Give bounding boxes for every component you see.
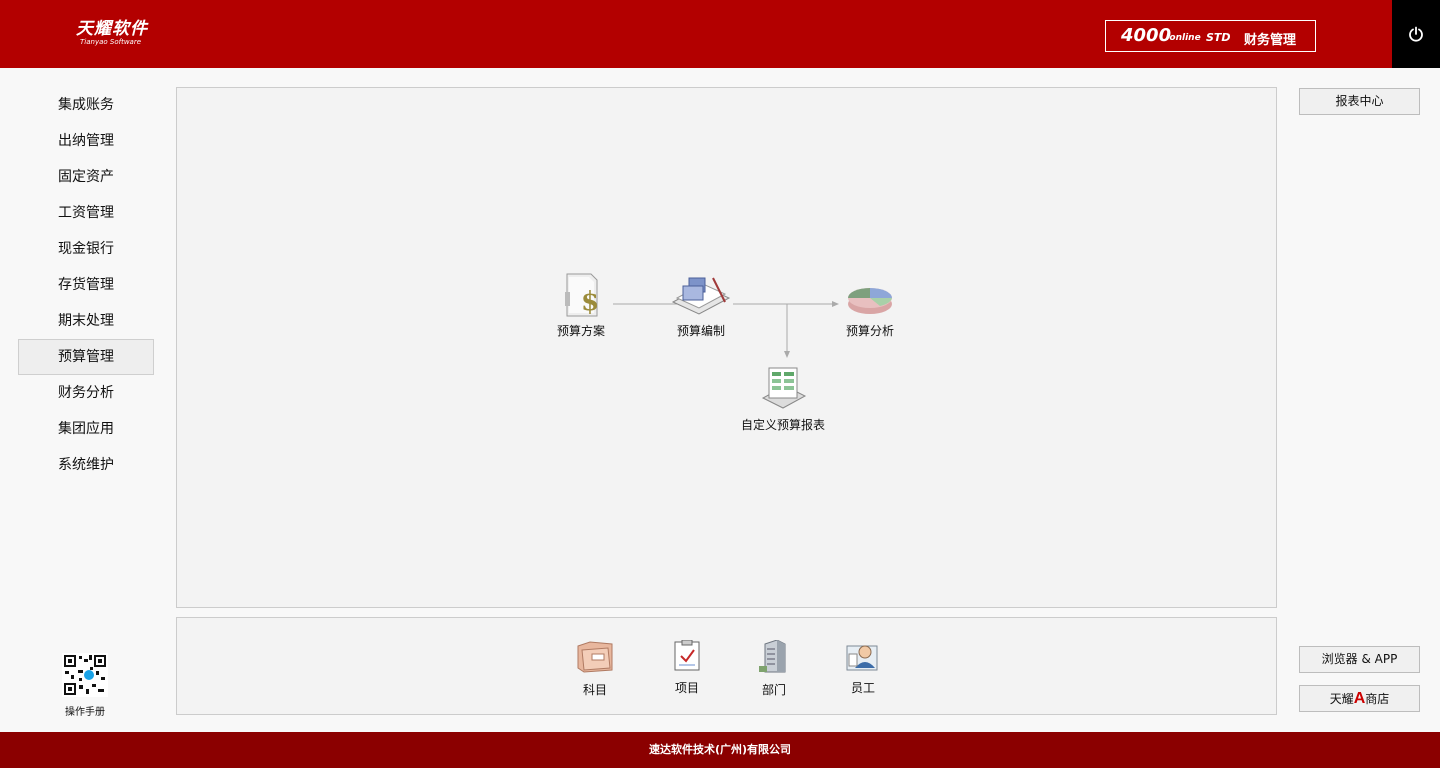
department-label: 部门: [761, 683, 786, 697]
report-center-button[interactable]: 报表中心: [1299, 88, 1420, 115]
sidebar-item-cash-bank[interactable]: 现金银行: [18, 231, 154, 267]
sidebar-item-period-end[interactable]: 期末处理: [18, 303, 154, 339]
sidebar-item-integrated-accounting[interactable]: 集成账务: [18, 87, 154, 123]
company-logo: 天耀软件 Tianyao Software: [76, 20, 148, 46]
sidebar-item-inventory[interactable]: 存货管理: [18, 267, 154, 303]
budget-plan-icon: $: [565, 273, 599, 317]
subject-label: 科目: [582, 683, 607, 697]
basic-data-panel: 科目 项目 部门 员工: [176, 617, 1277, 715]
product-number: 4000: [1121, 25, 1172, 46]
custom-report-icon: [761, 367, 807, 409]
employee-button[interactable]: 员工: [841, 640, 885, 696]
sidebar-item-fixed-assets[interactable]: 固定资产: [18, 159, 154, 195]
pie-chart-icon: [848, 288, 892, 314]
store-prefix: 天耀: [1329, 692, 1354, 706]
browser-app-button[interactable]: 浏览器 & APP: [1299, 646, 1420, 673]
budget-compile-icon: [671, 277, 731, 315]
sidebar-item-group-apps[interactable]: 集团应用: [18, 411, 154, 447]
header: 天耀软件 Tianyao Software 4000 .online STD 财…: [0, 0, 1440, 68]
footer: 速达软件技术(广州)有限公司: [0, 732, 1440, 768]
building-icon: [759, 639, 786, 673]
sidebar-item-system-maintenance[interactable]: 系统维护: [18, 447, 154, 483]
sidebar-item-cashier[interactable]: 出纳管理: [18, 123, 154, 159]
sidebar-item-payroll[interactable]: 工资管理: [18, 195, 154, 231]
department-button[interactable]: 部门: [752, 639, 796, 698]
product-edition: STD: [1206, 31, 1231, 44]
company-name: 速达软件技术(广州)有限公司: [648, 743, 792, 756]
power-button[interactable]: [1392, 0, 1440, 68]
flow-node-label: 自定义预算报表: [740, 418, 825, 432]
flow-node-budget-compile[interactable]: 预算编制: [667, 272, 735, 339]
store-a-logo: A: [1353, 690, 1366, 707]
flow-node-budget-analysis[interactable]: 预算分析: [837, 280, 903, 339]
sidebar-nav: 集成账务 出纳管理 固定资产 工资管理 现金银行 存货管理 期末处理 预算管理 …: [18, 87, 154, 483]
folder-icon: [577, 641, 613, 673]
svg-text:$: $: [581, 287, 599, 317]
employee-label: 员工: [850, 681, 875, 695]
flow-connectors: [613, 301, 839, 358]
store-suffix: 商店: [1365, 692, 1390, 706]
project-button[interactable]: 项目: [665, 639, 709, 696]
logo-en: Tianyao Software: [80, 38, 142, 46]
flow-node-label: 预算编制: [676, 324, 725, 338]
app-store-button[interactable]: 天耀A商店: [1299, 685, 1420, 712]
sidebar-item-budget[interactable]: 预算管理: [18, 339, 154, 375]
budget-flow-panel: $ 预算方案 预算编制 预算分析 自定义预算报表: [176, 87, 1277, 608]
qr-code-icon[interactable]: [62, 653, 108, 697]
product-name: 财务管理: [1244, 33, 1297, 48]
sidebar-item-financial-analysis[interactable]: 财务分析: [18, 375, 154, 411]
subject-button[interactable]: 科目: [573, 640, 617, 698]
manual-label[interactable]: 操作手册: [50, 703, 120, 718]
checklist-icon: [674, 639, 700, 671]
employee-icon: [846, 645, 878, 671]
flow-node-label: 预算方案: [556, 324, 605, 338]
product-online: .online: [1166, 33, 1201, 43]
project-label: 项目: [674, 681, 699, 695]
flow-node-custom-report[interactable]: 自定义预算报表: [737, 364, 829, 433]
logo-cn: 天耀软件: [76, 19, 148, 39]
product-badge: 4000 .online STD 财务管理: [1105, 20, 1316, 52]
flow-node-label: 预算分析: [845, 324, 894, 338]
power-icon: [1409, 26, 1423, 42]
flow-node-budget-plan[interactable]: $ 预算方案: [547, 272, 615, 339]
